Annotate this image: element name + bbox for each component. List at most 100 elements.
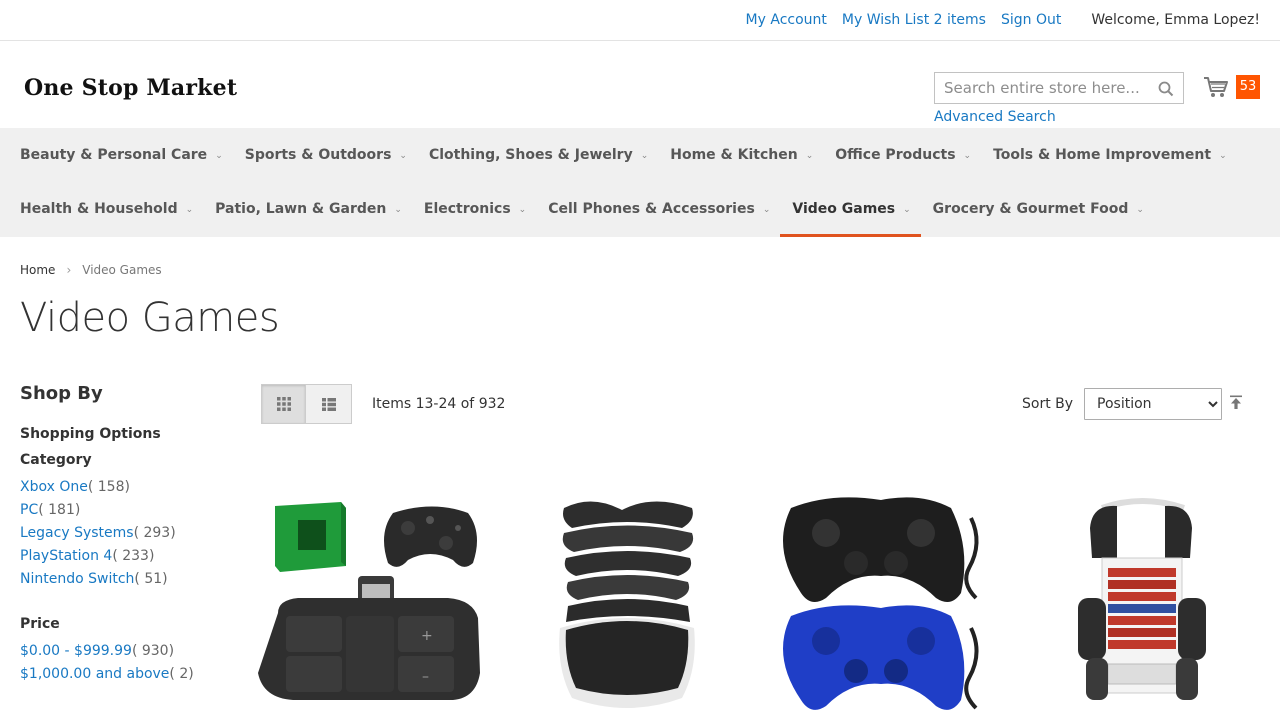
sorter: Sort By Position <box>1022 388 1223 420</box>
filter-count: ( 158) <box>87 479 130 495</box>
filter-option: $0.00 - $999.99( 930) <box>20 640 230 663</box>
filter-price-high[interactable]: $1,000.00 and above <box>20 666 169 682</box>
nav-row: Beauty & Personal Care ⌄ Sports & Outdoor… <box>20 128 1280 181</box>
nav-item-office-products[interactable]: Office Products ⌄ <box>835 128 971 181</box>
svg-text:+: + <box>421 628 433 644</box>
controllers-image <box>783 497 979 710</box>
sign-out-link[interactable]: Sign Out <box>1001 12 1061 28</box>
chevron-down-icon: ⌄ <box>185 205 194 215</box>
breadcrumb-current: Video Games <box>82 263 162 277</box>
chevron-down-icon: ⌄ <box>215 150 223 161</box>
chevron-down-icon: ⌄ <box>640 150 649 161</box>
nav-item-home-kitchen[interactable]: Home & Kitchen ⌄ <box>670 128 813 181</box>
shop-by-heading: Shop By <box>20 383 103 404</box>
nav-item-label: Grocery & Gourmet Food <box>932 201 1129 217</box>
filter-count: ( 181) <box>38 502 81 518</box>
layered-navigation: Shop By Shopping Options Category Xbox O… <box>20 383 230 711</box>
filter-xbox-one[interactable]: Xbox One <box>20 479 88 495</box>
headset-adapter-image: + – <box>258 502 480 700</box>
wish-list-link[interactable]: My Wish List 2 items <box>842 12 986 28</box>
grid-icon <box>276 397 291 411</box>
filter-price-low[interactable]: $0.00 - $999.99 <box>20 643 132 659</box>
sort-by-select[interactable]: Position <box>1084 388 1223 420</box>
svg-text:–: – <box>422 669 429 685</box>
filter-playstation-4[interactable]: PlayStation 4 <box>20 548 112 564</box>
price-filter-title[interactable]: Price <box>20 616 230 632</box>
nav-item-label: Patio, Lawn & Garden <box>215 201 387 217</box>
filter-option: Nintendo Switch( 51) <box>20 568 230 591</box>
header-links: My Account My Wish List 2 items Sign Out… <box>731 12 1260 28</box>
nav-item-label: Tools & Home Improvement <box>993 146 1212 163</box>
filter-option: Legacy Systems( 293) <box>20 522 230 545</box>
product-image-headset-adapter[interactable]: + – <box>258 488 482 720</box>
nav-item-label: Electronics <box>423 201 511 217</box>
nav-item-beauty-personal-care[interactable]: Beauty & Personal Care ⌄ <box>20 128 223 181</box>
nav-item-cell-phones-accessories[interactable]: Cell Phones & Accessories ⌄ <box>548 181 770 237</box>
nav-item-clothing-shoes-jewelry[interactable]: Clothing, Shoes & Jewelry ⌄ <box>429 128 648 181</box>
filter-count: ( 2) <box>169 666 194 682</box>
filter-count: ( 233) <box>112 548 155 564</box>
vr-cushion-image <box>559 501 695 708</box>
view-mode-switcher <box>261 384 352 424</box>
filter-option: PC( 181) <box>20 499 230 522</box>
storage-tower-image <box>1078 498 1206 700</box>
product-image-storage-tower[interactable] <box>1072 488 1210 720</box>
price-filter-list: $0.00 - $999.99( 930) $1,000.00 and abov… <box>20 640 230 686</box>
category-filter-title[interactable]: Category <box>20 452 230 468</box>
list-view-button[interactable] <box>306 384 352 424</box>
filter-pc[interactable]: PC <box>20 502 38 518</box>
nav-item-label: Home & Kitchen <box>670 146 798 163</box>
chevron-down-icon: ⌄ <box>399 150 407 161</box>
nav-item-label: Office Products <box>835 146 956 163</box>
cart-count-badge[interactable]: 53 <box>1236 75 1260 99</box>
product-image-vr-face-cushion[interactable] <box>552 488 702 720</box>
nav-item-patio-lawn-garden[interactable]: Patio, Lawn & Garden ⌄ <box>215 181 402 237</box>
category-filter-list: Xbox One( 158) PC( 181) Legacy Systems( … <box>20 476 230 591</box>
nav-item-tools-home-improvement[interactable]: Tools & Home Improvement ⌄ <box>993 128 1227 181</box>
product-image-wireless-controllers[interactable] <box>771 488 993 720</box>
sort-direction-arrow-icon[interactable] <box>1229 395 1243 409</box>
nav-item-label: Beauty & Personal Care <box>20 146 208 163</box>
nav-row: Health & Household ⌄ Patio, Lawn & Garden… <box>20 181 1280 237</box>
sort-by-label: Sort By <box>1022 396 1074 412</box>
nav-item-label: Clothing, Shoes & Jewelry <box>428 146 633 163</box>
grid-view-button[interactable] <box>261 384 306 424</box>
chevron-down-icon: ⌄ <box>1136 205 1144 215</box>
breadcrumb: Home › Video Games <box>20 263 162 277</box>
filter-option: $1,000.00 and above( 2) <box>20 663 230 686</box>
chevron-right-icon: › <box>66 263 72 277</box>
filter-count: ( 51) <box>134 571 168 587</box>
top-links-bar: My Account My Wish List 2 items Sign Out… <box>0 0 1280 41</box>
breadcrumb-home[interactable]: Home <box>20 263 55 277</box>
list-icon <box>321 397 336 411</box>
nav-item-video-games[interactable]: Video Games ⌄ <box>780 181 922 237</box>
shopping-options-heading: Shopping Options <box>20 426 161 442</box>
filter-nintendo-switch[interactable]: Nintendo Switch <box>20 571 134 587</box>
welcome-message: Welcome, Emma Lopez! <box>1091 12 1260 28</box>
chevron-down-icon: ⌄ <box>903 205 911 215</box>
chevron-down-icon: ⌄ <box>518 205 527 215</box>
advanced-search-link[interactable]: Advanced Search <box>934 109 1056 125</box>
nav-item-label: Health & Household <box>20 201 178 217</box>
cart-icon[interactable] <box>1203 75 1229 99</box>
my-account-link[interactable]: My Account <box>746 12 827 28</box>
search-box <box>934 72 1184 104</box>
chevron-down-icon: ⌄ <box>963 150 972 161</box>
nav-item-sports-outdoors[interactable]: Sports & Outdoors ⌄ <box>245 128 407 181</box>
filter-legacy-systems[interactable]: Legacy Systems <box>20 525 134 541</box>
chevron-down-icon: ⌄ <box>805 150 814 161</box>
filter-option: PlayStation 4( 233) <box>20 545 230 568</box>
category-nav: Beauty & Personal Care ⌄ Sports & Outdoor… <box>0 128 1280 237</box>
nav-item-health-household[interactable]: Health & Household ⌄ <box>20 181 193 237</box>
filter-count: ( 930) <box>131 643 175 659</box>
store-logo[interactable]: One Stop Market <box>24 75 237 101</box>
nav-item-electronics[interactable]: Electronics ⌄ <box>424 181 526 237</box>
nav-item-label: Cell Phones & Accessories <box>548 201 755 217</box>
search-icon[interactable] <box>1157 80 1175 98</box>
nav-item-label: Sports & Outdoors <box>244 146 392 163</box>
chevron-down-icon: ⌄ <box>1219 150 1227 161</box>
nav-item-grocery-gourmet-food[interactable]: Grocery & Gourmet Food ⌄ <box>933 181 1144 237</box>
page-title: Video Games <box>20 295 280 341</box>
search-input[interactable] <box>935 73 1147 103</box>
site-header: One Stop Market Advanced Search 53 <box>0 41 1280 128</box>
